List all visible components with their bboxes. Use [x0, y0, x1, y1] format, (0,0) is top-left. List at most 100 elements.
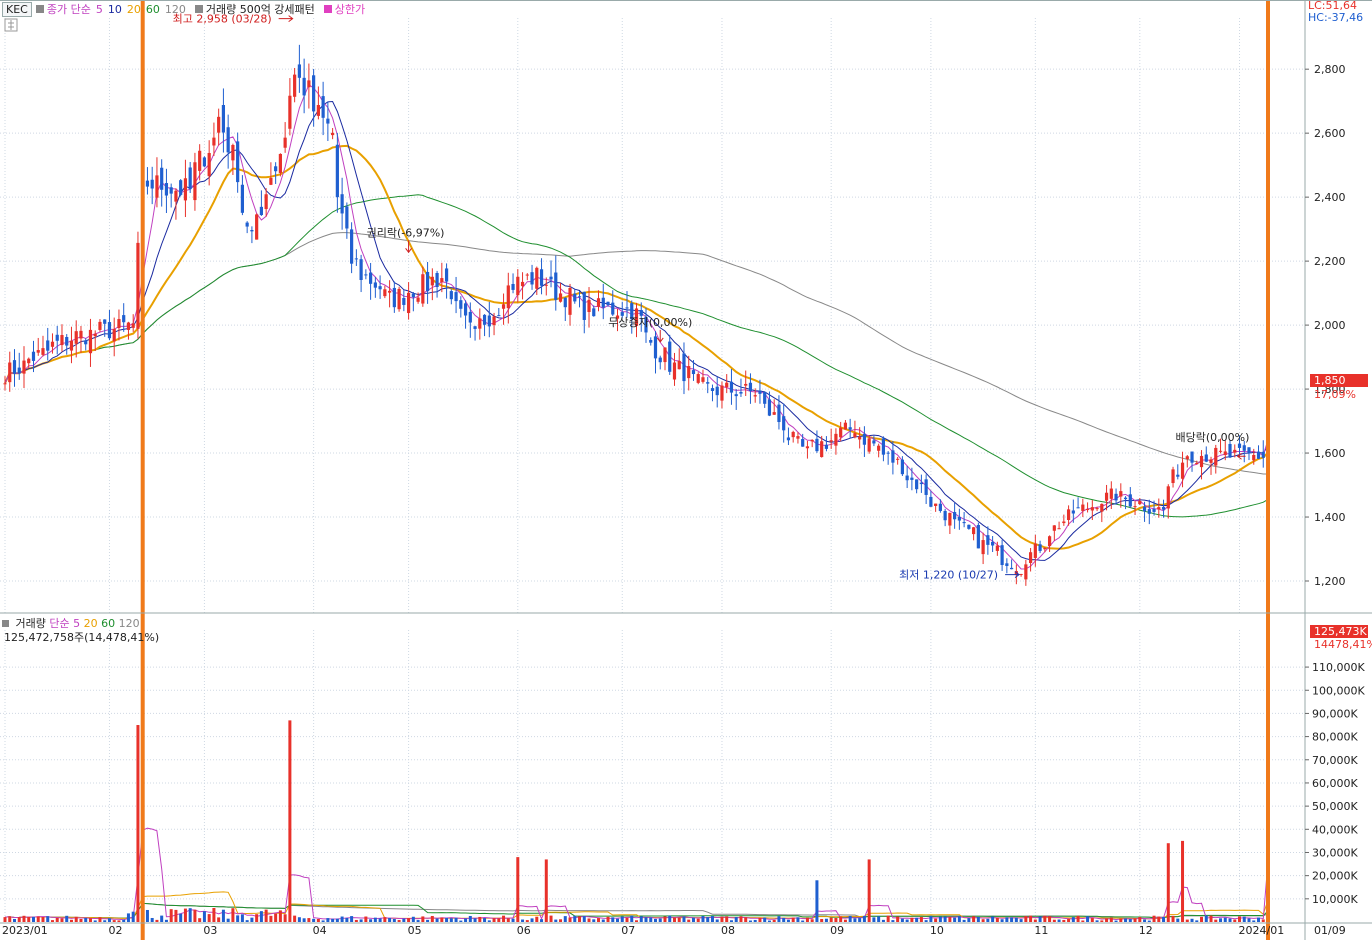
volume-bar	[79, 918, 83, 922]
volume-bar	[1033, 919, 1037, 922]
candle-body	[1157, 507, 1161, 510]
candle-body	[653, 336, 658, 359]
volume-bar	[919, 917, 923, 922]
candle-body	[245, 222, 249, 227]
candle-body	[155, 175, 159, 198]
candle-body	[1176, 474, 1180, 477]
volume-tick-label: 80,000K	[1312, 731, 1358, 744]
ticker-label[interactable]: KEC	[2, 1, 32, 17]
volume-bar	[1133, 918, 1137, 922]
volume-bar	[829, 917, 833, 922]
volume-bar	[1128, 919, 1132, 922]
volume-bar	[597, 918, 601, 922]
volume-bar	[672, 917, 676, 922]
candle-body	[1024, 564, 1028, 580]
volume-bar	[245, 920, 249, 922]
candle-body	[240, 184, 245, 213]
candle-body	[202, 157, 207, 167]
volume-bar	[473, 918, 477, 922]
candle-body	[1123, 497, 1128, 500]
volume-bar	[107, 918, 111, 922]
volume-bar	[93, 920, 97, 922]
candle-body	[649, 340, 653, 343]
volume-change-pct: 14478,41%	[1314, 638, 1372, 651]
volume-bar	[734, 917, 738, 922]
volume-bar	[1185, 919, 1189, 922]
candle-body	[179, 180, 183, 195]
candle-body	[430, 276, 434, 286]
volume-bar	[326, 918, 330, 922]
volume-bar	[815, 880, 819, 922]
volume-bar	[36, 916, 40, 922]
candle-body	[274, 166, 278, 172]
candle-body	[1147, 509, 1151, 514]
candle-body	[378, 286, 382, 290]
candle-body	[60, 335, 64, 346]
candle-body	[416, 297, 420, 302]
volume-bar	[744, 917, 748, 922]
volume-bar	[259, 911, 263, 922]
volume-bar	[777, 916, 781, 922]
volume-bar	[991, 916, 995, 922]
volume-bar	[839, 916, 843, 922]
candle-body	[805, 446, 810, 449]
volume-bar	[867, 859, 871, 922]
volume-bar	[506, 918, 510, 922]
candle-body	[1133, 506, 1137, 508]
x-tick-label: 09	[830, 924, 844, 937]
candle-body	[881, 438, 886, 455]
volume-bar	[905, 919, 909, 922]
volume-bar	[388, 918, 392, 922]
volume-bar	[150, 917, 154, 922]
candle-body	[8, 362, 12, 383]
volume-bar	[407, 918, 411, 922]
low-annotation: 최저 1,220 (10/27)	[899, 569, 998, 582]
volume-bar	[511, 918, 515, 922]
candle-body	[1242, 445, 1246, 451]
candle-body	[606, 301, 610, 305]
volume-bar	[103, 920, 107, 922]
volume-bar	[22, 915, 26, 922]
volume-bar	[27, 917, 31, 922]
candle-body	[316, 105, 320, 116]
candle-body	[1076, 507, 1080, 509]
volume-tick-label: 110,000K	[1312, 661, 1365, 674]
volume-bar	[805, 917, 809, 922]
volume-bar	[834, 918, 838, 922]
candle-body	[905, 475, 909, 481]
candle-body	[820, 441, 824, 458]
volume-bar	[312, 918, 316, 922]
candle-body	[193, 162, 197, 201]
volume-bar	[8, 916, 12, 922]
volume-bar	[796, 917, 800, 922]
legend-square-icon	[35, 5, 44, 13]
volume-tick-label: 10,000K	[1312, 893, 1358, 906]
volume-bar	[986, 918, 990, 922]
volume-bar	[392, 918, 396, 922]
candle-body	[12, 360, 17, 374]
candle-body	[934, 503, 938, 506]
candle-body	[1028, 552, 1033, 563]
volume-bar	[1095, 920, 1099, 922]
candle-body	[369, 272, 373, 284]
candle-body	[136, 242, 140, 329]
volume-bar	[1038, 916, 1042, 922]
stock-chart[interactable]: 2,8002,6002,4002,2002,0001,8001,6001,400…	[0, 0, 1372, 940]
candle-body	[31, 351, 36, 361]
volume-bar	[554, 919, 558, 922]
volume-bar	[995, 917, 999, 922]
volume-bar	[487, 920, 491, 922]
grid-lines	[0, 18, 1305, 922]
candle-body	[131, 323, 135, 328]
volume-bar	[1181, 840, 1185, 922]
candle-body	[397, 288, 401, 310]
candle-body	[815, 438, 819, 452]
volume-bar	[962, 919, 966, 922]
candle-body	[1261, 451, 1265, 458]
volume-bar	[145, 909, 149, 922]
volume-bars	[3, 631, 1270, 922]
candle-body	[269, 177, 273, 185]
volume-bar	[122, 919, 126, 922]
candle-body	[278, 153, 282, 173]
candle-body	[126, 322, 131, 330]
